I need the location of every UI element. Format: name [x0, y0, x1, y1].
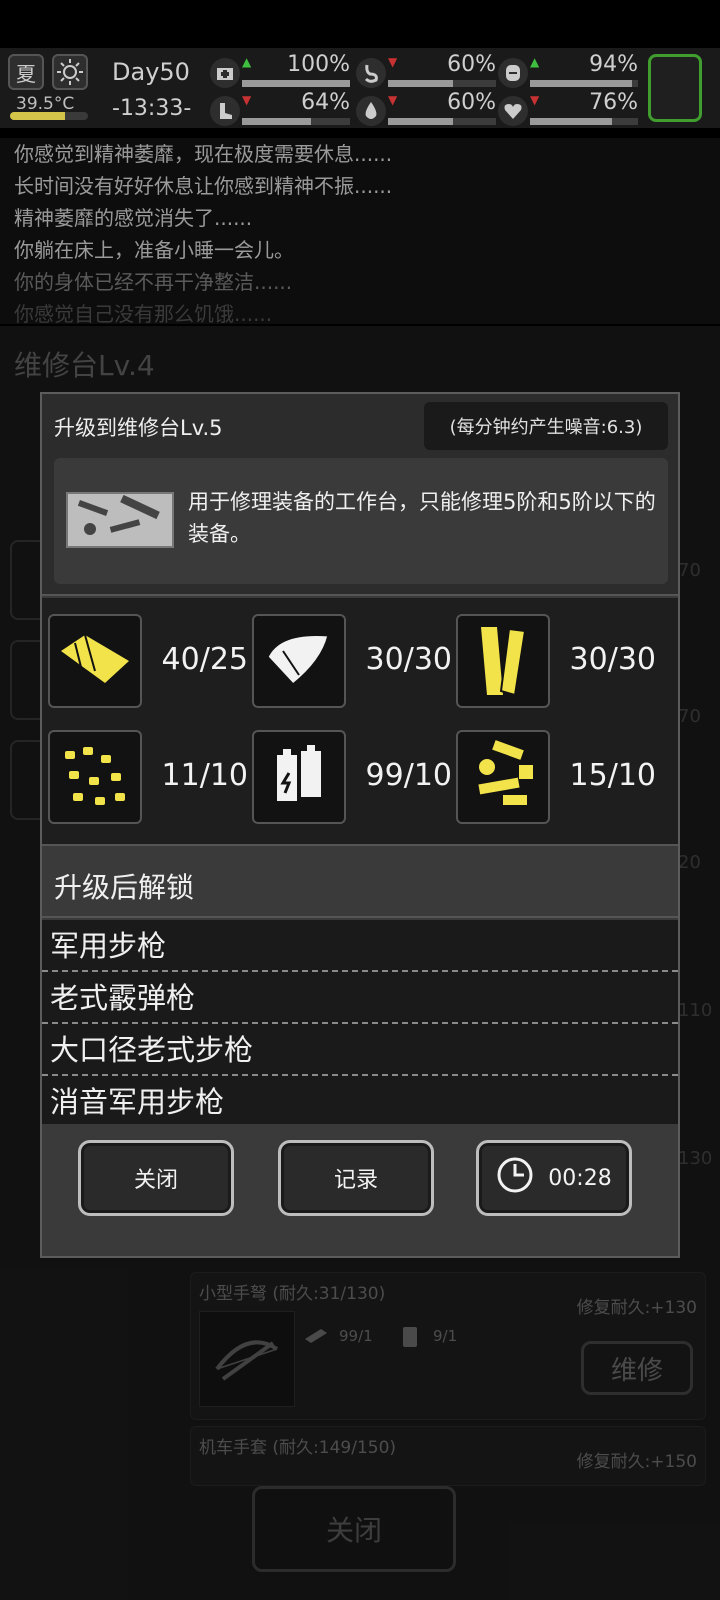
day-counter: Day50	[112, 58, 190, 86]
workbench-tools-icon	[66, 492, 174, 548]
stat-value: 64%	[301, 90, 350, 115]
stat-heart: ▼ 76%	[498, 90, 638, 130]
material-count: 40/25	[161, 642, 248, 677]
material-slot[interactable]: 11/10	[48, 730, 248, 824]
arrow-down-icon: ▼	[388, 55, 398, 69]
unlock-item: 大口径老式步枪	[42, 1024, 678, 1076]
arrow-down-icon: ▼	[530, 93, 540, 107]
stomach-icon	[356, 58, 386, 88]
stat-bar-fill	[388, 118, 453, 125]
face-icon	[498, 58, 528, 88]
noise-badge: (每分钟约产生噪音:6.3)	[424, 402, 668, 450]
stat-stomach: ▼ 60%	[356, 52, 496, 92]
arrow-up-icon: ▲	[530, 55, 540, 69]
stat-value: 76%	[589, 90, 638, 115]
stat-value: 60%	[447, 90, 496, 115]
description-text: 用于修理装备的工作台，只能修理5阶和5阶以下的装备。	[188, 490, 656, 546]
unlock-item: 老式霰弹枪	[42, 972, 678, 1024]
message-log: 你感觉到精神萎靡，现在极度需要休息...... 长时间没有好好休息让你感到精神不…	[0, 138, 720, 324]
record-button[interactable]: 记录	[278, 1140, 434, 1216]
stat-value: 60%	[447, 52, 496, 77]
material-count: 15/10	[569, 758, 656, 793]
material-count: 30/30	[569, 642, 656, 677]
stat-bar	[530, 80, 638, 87]
close-button[interactable]: 关闭	[78, 1140, 234, 1216]
upgrade-dialog: 升级到维修台Lv.5 (每分钟约产生噪音:6.3) 用于修理装备的工作台，只能修…	[40, 392, 680, 1258]
season-icon: 夏	[8, 54, 44, 90]
log-line: 精神萎靡的感觉消失了......	[14, 206, 253, 230]
unlock-item: 军用步枪	[42, 920, 678, 972]
temperature-text: 39.5°C	[16, 94, 75, 114]
wood-planks-icon	[456, 614, 550, 708]
stat-bar	[242, 80, 350, 87]
stat-bar	[388, 118, 496, 125]
material-slot[interactable]: 99/10	[252, 730, 452, 824]
material-count: 99/10	[365, 758, 452, 793]
water-drop-icon	[356, 96, 386, 126]
stat-stamina: ▼ 64%	[210, 90, 350, 130]
clock-icon	[496, 1156, 534, 1200]
medkit-icon	[210, 58, 240, 88]
screws-icon	[48, 730, 142, 824]
menu-slot-button[interactable]	[648, 54, 702, 122]
mechanical-parts-icon	[456, 730, 550, 824]
temperature-bar-fill	[10, 112, 65, 120]
stat-bar	[388, 80, 496, 87]
log-line: 你躺在床上，准备小睡一会儿。	[14, 238, 294, 262]
temperature-bar	[10, 112, 88, 120]
stat-thirst: ▼ 60%	[356, 90, 496, 130]
log-line: 你的身体已经不再干净整洁......	[14, 270, 293, 294]
unlock-title: 升级后解锁	[54, 871, 195, 904]
log-line: 你感觉自己没有那么饥饿......	[14, 302, 273, 324]
material-slot[interactable]: 15/10	[456, 730, 656, 824]
arrow-down-icon: ▼	[388, 93, 398, 107]
unlock-header: 升级后解锁	[42, 848, 678, 918]
close-button-label: 关闭	[133, 1168, 178, 1193]
stat-bar	[530, 118, 638, 125]
stat-mood: ▲ 94%	[498, 52, 638, 92]
materials-grid: 40/25 30/30 30/30 11/10 99/10 15/10	[42, 598, 678, 846]
material-slot[interactable]: 30/30	[456, 614, 656, 708]
log-line: 长时间没有好好休息让你感到精神不振......	[14, 174, 393, 198]
heart-icon	[498, 96, 528, 126]
stat-value: 100%	[287, 52, 350, 77]
stat-bar-fill	[388, 80, 453, 87]
material-count: 11/10	[161, 758, 248, 793]
battery-icon	[252, 730, 346, 824]
stat-value: 94%	[589, 52, 638, 77]
unlock-item: 消音军用步枪	[50, 1085, 225, 1119]
material-count: 30/30	[365, 642, 452, 677]
stat-bar-fill	[530, 80, 632, 87]
sun-icon	[52, 54, 88, 90]
sheet-metal-icon	[252, 614, 346, 708]
stat-bar-fill	[530, 118, 613, 125]
dialog-button-row: 关闭 记录 00:28	[42, 1124, 678, 1256]
timer-label: 00:28	[548, 1165, 612, 1191]
stat-bar	[242, 118, 350, 125]
material-slot[interactable]: 30/30	[252, 614, 452, 708]
stat-bar-fill	[242, 80, 350, 87]
log-line: 你感觉到精神萎靡，现在极度需要休息......	[14, 142, 393, 166]
unlock-list: 军用步枪 老式霰弹枪 大口径老式步枪 消音军用步枪	[42, 920, 678, 1124]
arrow-up-icon: ▲	[242, 55, 252, 69]
arrow-down-icon: ▼	[242, 93, 252, 107]
description-box: 用于修理装备的工作台，只能修理5阶和5阶以下的装备。	[54, 458, 668, 584]
boot-icon	[210, 96, 240, 126]
cloth-icon	[48, 614, 142, 708]
timer-button[interactable]: 00:28	[476, 1140, 632, 1216]
material-slot[interactable]: 40/25	[48, 614, 248, 708]
dialog-title: 升级到维修台Lv.5	[54, 416, 223, 440]
clock-time: -13:33-	[112, 96, 192, 121]
record-button-label: 记录	[333, 1168, 378, 1193]
stat-bar-fill	[242, 118, 312, 125]
season-label: 夏	[16, 61, 36, 86]
dialog-header: 升级到维修台Lv.5 (每分钟约产生噪音:6.3) 用于修理装备的工作台，只能修…	[42, 394, 678, 596]
stat-health: ▲ 100%	[210, 52, 350, 92]
